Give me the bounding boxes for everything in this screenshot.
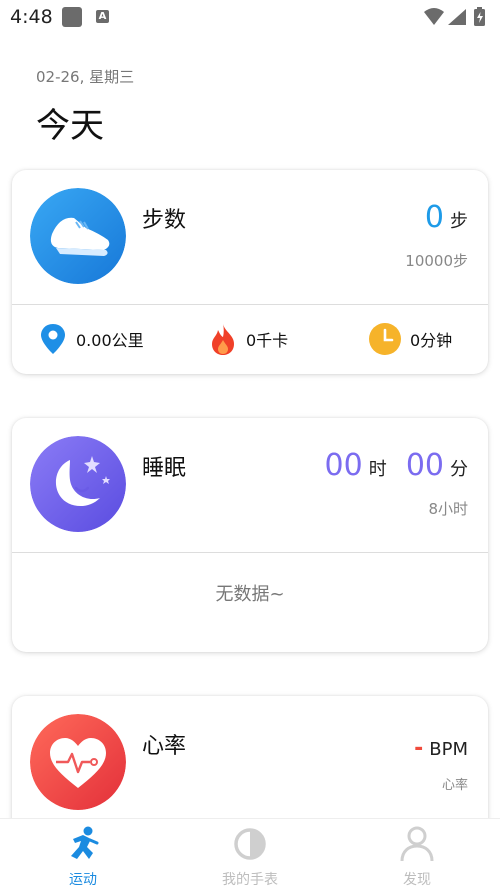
sleep-hours-unit: 时	[368, 459, 387, 480]
steps-unit: 步	[450, 211, 468, 232]
sleep-goal: 8小时	[428, 500, 468, 518]
status-bar: 4:48 A	[0, 0, 500, 34]
sleep-label: 睡眠	[142, 456, 187, 481]
runner-icon	[71, 826, 99, 859]
steps-stats-row: 0.00公里 0千卡 0分钟	[12, 304, 488, 374]
sleep-hours: 00	[324, 448, 363, 483]
tab-discover-label: 发现	[403, 872, 431, 888]
wifi-icon	[424, 8, 444, 25]
page-title: 今天	[36, 106, 104, 146]
sleep-minutes: 00	[405, 448, 444, 483]
signal-icon	[448, 9, 466, 25]
person-icon	[400, 826, 434, 862]
bottom-tab-bar: 运动 我的手表 发现	[0, 818, 500, 889]
sleep-metric: 00 时 00 分	[325, 448, 468, 483]
duration-value: 0分钟	[410, 331, 453, 350]
shoe-icon	[30, 188, 126, 284]
tab-sport[interactable]: 运动	[23, 825, 143, 889]
heart-rate-metric: - BPM	[414, 736, 468, 761]
heart-icon	[30, 714, 126, 810]
sleep-empty-text: 无数据~	[215, 584, 285, 605]
tab-my-watch-label: 我的手表	[222, 872, 278, 888]
steps-value: 0	[424, 200, 444, 235]
sleep-minutes-unit: 分	[450, 459, 468, 480]
battery-icon	[474, 7, 485, 26]
steps-card[interactable]: 步数 0步 10000步 0.00公里 0千卡 0分钟	[12, 170, 488, 374]
moon-icon	[30, 436, 126, 532]
clock-icon	[369, 323, 401, 355]
tab-my-watch[interactable]: 我的手表	[190, 825, 310, 889]
tab-discover[interactable]: 发现	[357, 825, 477, 889]
status-time: 4:48	[10, 6, 53, 28]
distance-stat: 0.00公里	[38, 322, 144, 356]
distance-value: 0.00公里	[76, 331, 144, 350]
location-pin-icon	[41, 324, 65, 354]
flame-icon	[212, 324, 234, 355]
duration-stat: 0分钟	[368, 322, 452, 356]
notification-square-icon	[62, 7, 82, 27]
date-text: 02-26, 星期三	[36, 68, 135, 86]
steps-label: 步数	[142, 208, 187, 233]
calories-stat: 0千卡	[208, 322, 288, 356]
divider	[12, 552, 488, 553]
tab-sport-label: 运动	[69, 872, 97, 888]
heart-rate-unit: BPM	[429, 739, 468, 760]
heart-rate-value: -	[414, 736, 424, 761]
notification-a-icon: A	[96, 10, 109, 23]
heart-rate-label: 心率	[142, 734, 187, 759]
sleep-card[interactable]: 睡眠 00 时 00 分 8小时 无数据~	[12, 418, 488, 652]
heart-rate-sub: 心率	[441, 778, 468, 793]
steps-goal: 10000步	[405, 252, 468, 270]
steps-metric: 0步	[425, 200, 468, 235]
status-icons	[424, 7, 485, 26]
calories-value: 0千卡	[246, 331, 289, 350]
watch-icon	[234, 828, 266, 860]
